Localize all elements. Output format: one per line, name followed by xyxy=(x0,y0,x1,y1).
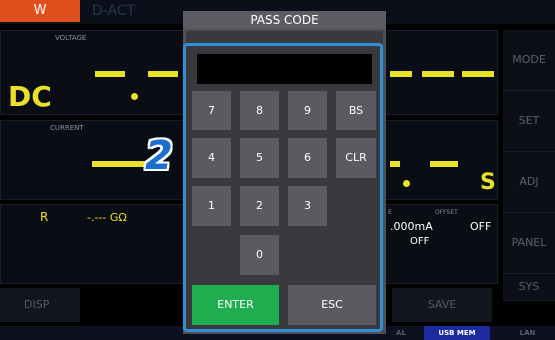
voltage-dash xyxy=(422,71,454,77)
bottom-tab-lan[interactable]: LAN xyxy=(500,326,555,340)
side-button-set[interactable]: SET xyxy=(503,91,555,152)
side-button-panel[interactable]: PANEL xyxy=(503,213,555,274)
mode-indicator: W xyxy=(0,0,80,22)
r-label: R xyxy=(40,210,49,224)
keypad-highlight-frame xyxy=(183,43,383,332)
side-button-sys[interactable]: SYS xyxy=(503,274,555,301)
voltage-dash xyxy=(390,71,412,77)
side-button-mode[interactable]: MODE xyxy=(503,30,555,91)
save-button[interactable]: SAVE xyxy=(392,288,492,322)
step-number-callout: 2 xyxy=(145,133,173,179)
bottom-tab-usb[interactable]: USB MEM xyxy=(424,326,490,340)
offset-value: OFF xyxy=(470,220,492,233)
voltage-dot xyxy=(131,93,138,100)
current-dot xyxy=(403,180,410,187)
voltage-dash xyxy=(462,71,494,77)
voltage-dash xyxy=(95,71,125,77)
side-button-adj[interactable]: ADJ xyxy=(503,152,555,213)
dc-label: DC xyxy=(8,80,52,113)
disp-button[interactable]: DISP xyxy=(0,288,80,322)
current-dash xyxy=(390,161,400,167)
current-unit: S xyxy=(480,170,496,195)
range-label-fragment: E xyxy=(388,209,392,216)
range-state: OFF xyxy=(410,236,430,247)
bottom-tab-al[interactable]: AL xyxy=(386,326,416,340)
current-dash xyxy=(430,161,458,167)
dialog-title: PASS CODE xyxy=(183,11,386,29)
current-label: CURRENT xyxy=(50,124,84,132)
current-dash xyxy=(92,161,147,167)
voltage-dash xyxy=(148,71,178,77)
r-value: -.--- GΩ xyxy=(87,211,127,224)
offset-label: OFFSET xyxy=(435,209,458,216)
voltage-label: VOLTAGE xyxy=(55,34,87,42)
range-value: .000mA xyxy=(390,220,433,233)
